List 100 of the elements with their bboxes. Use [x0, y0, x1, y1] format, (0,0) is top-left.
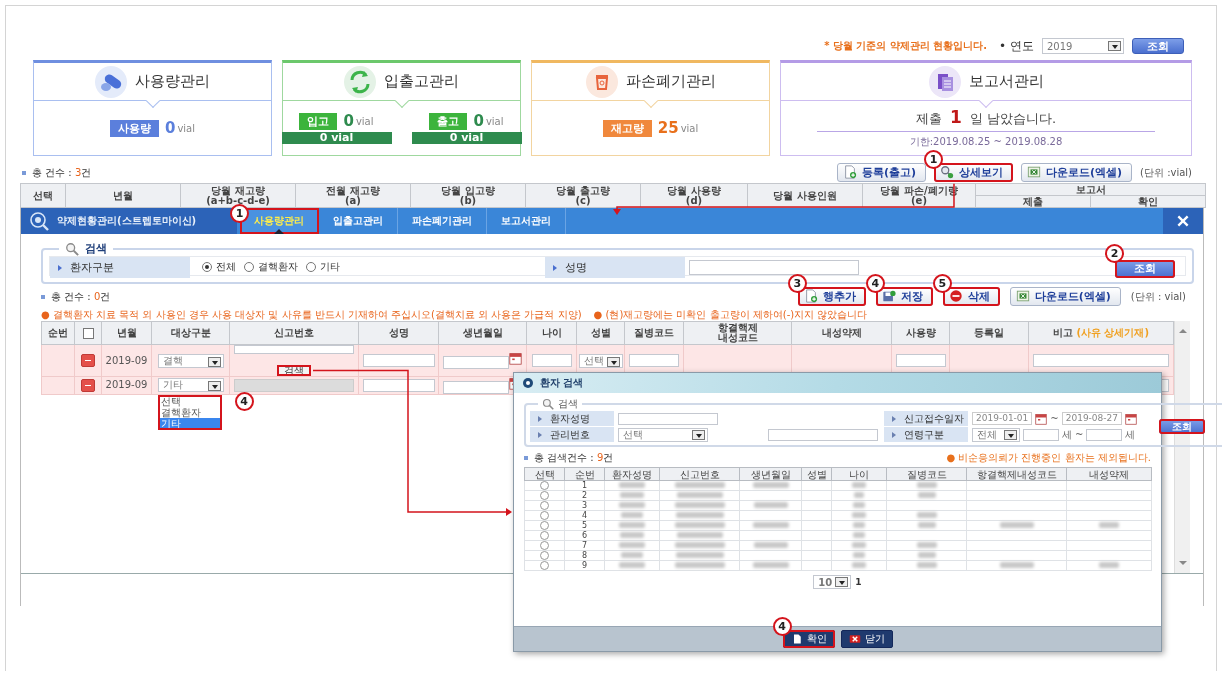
redacted-text [674, 522, 725, 528]
search-button[interactable]: 조회 [1132, 38, 1184, 54]
stat-label: 재고량 [602, 119, 652, 137]
warning-text: ● 결핵환자 치료 목적 외 사용인 경우 사용 대상자 및 사유를 반드시 기재하여 주십시오(결핵치료 외 사용은 가급적 지양) [41, 308, 582, 321]
gender-select[interactable]: 선택 [579, 353, 623, 368]
dropdown-option[interactable]: 선택 [158, 396, 221, 408]
unit-label: vial [485, 115, 504, 127]
input-field[interactable] [443, 380, 509, 394]
input-field[interactable] [1086, 428, 1123, 441]
add-row-button[interactable]: 행추가 [797, 286, 866, 306]
input-field[interactable] [362, 378, 435, 392]
calendar-icon[interactable] [1125, 412, 1137, 425]
redacted-text [753, 502, 788, 508]
column-header: 사용량 [891, 321, 950, 345]
card-title: 보고서관리 [968, 72, 1044, 91]
excel-download-button[interactable]: 다운로드(엑셀) [1009, 286, 1121, 306]
radio-button[interactable] [540, 491, 549, 500]
radio-button[interactable] [306, 262, 316, 273]
field-label: 신고접수일자 [892, 411, 964, 426]
id-type-select[interactable]: 선택 [618, 427, 708, 442]
radio-button[interactable] [540, 521, 549, 530]
column-header: 내성약제 [791, 321, 892, 345]
date-field[interactable]: 2019-08-27 [1061, 412, 1122, 425]
unit-label: vial [680, 122, 699, 134]
radio-button[interactable] [244, 262, 254, 273]
unit-note: (단위 :vial) [1140, 166, 1192, 180]
input-field[interactable] [768, 428, 878, 441]
search-button[interactable]: 조회 [1115, 259, 1175, 278]
radio-button[interactable] [540, 551, 549, 560]
delete-button[interactable]: 삭제 [942, 286, 1000, 306]
column-header: 순번 [41, 321, 75, 345]
redacted-text [916, 482, 937, 488]
warning-text: ● (현)재고량에는 미확인 출고량이 제하여(-)지지 않았습니다 [593, 308, 868, 321]
category-select[interactable]: 기타 [157, 378, 224, 393]
column-header: 생년월일 [438, 321, 527, 345]
total-count: 총 건수 : 0건 [41, 290, 111, 304]
table-cell: 1 [564, 480, 605, 491]
redacted-text [620, 492, 644, 498]
radio-button[interactable] [540, 501, 549, 510]
total-count: 총 건수 : 3건 [22, 166, 92, 180]
dropdown-option[interactable]: 기타 [158, 418, 221, 430]
page-number[interactable]: 1 [855, 577, 862, 587]
input-field[interactable] [1023, 428, 1059, 441]
column-header: 전월 재고량 (a) [295, 183, 411, 208]
remove-row-button[interactable] [81, 378, 95, 392]
magnifier-icon [29, 211, 49, 231]
popup-title: 환자 검색 [540, 376, 584, 390]
layer-title: 약제현황관리(스트렙토마이신) [57, 214, 197, 228]
name-field[interactable] [689, 259, 859, 275]
input-field[interactable] [629, 354, 679, 367]
report-number-field[interactable] [234, 345, 354, 354]
close-button[interactable] [1163, 208, 1203, 234]
table-cell: 4 [564, 510, 605, 521]
year-select[interactable]: 2019 [1042, 38, 1124, 54]
redacted-text [916, 562, 937, 568]
redacted-text [752, 482, 789, 488]
detail-view-button[interactable]: 상세보기 [934, 162, 1013, 182]
radio-button[interactable] [202, 262, 212, 273]
refresh-icon [344, 65, 376, 98]
redacted-text [619, 502, 645, 508]
redacted-text [752, 522, 789, 528]
notice-text: * 당월 기준의 약제관리 현황입니다. [824, 39, 988, 53]
date-field[interactable]: 2019-01-01 [972, 412, 1033, 425]
dropdown-option[interactable]: 결핵환자 [158, 407, 221, 419]
radio-button[interactable] [540, 561, 549, 570]
radio-button[interactable] [540, 531, 549, 540]
category-select[interactable]: 결핵 [157, 353, 224, 368]
close-button[interactable]: 닫기 [840, 629, 893, 648]
input-field[interactable] [443, 355, 509, 369]
age-select[interactable]: 전체 [972, 427, 1020, 442]
input-field[interactable] [531, 354, 572, 367]
card-title: 파손폐기관리 [625, 72, 716, 91]
calendar-icon[interactable] [509, 352, 522, 366]
notice-text: ● 비순응의뢰가 진행중인 환자는 제외됩니다. [946, 451, 1151, 465]
field-label: 성명 [553, 259, 587, 275]
calendar-icon[interactable] [1035, 412, 1048, 425]
confirm-button[interactable]: 확인 [782, 629, 835, 648]
column-header: 당월 사용량 (d) [640, 183, 748, 208]
redacted-text [852, 542, 866, 548]
range-separator: ~ [1075, 429, 1084, 440]
input-field[interactable] [1033, 354, 1169, 367]
stat-label: 입고 [299, 112, 338, 130]
radio-button[interactable] [540, 541, 549, 550]
name-field[interactable] [618, 412, 718, 425]
redacted-text [852, 562, 866, 568]
radio-button[interactable] [540, 511, 549, 520]
page-size-select[interactable]: 10 [813, 575, 852, 589]
register-button[interactable]: 등록(출고) [836, 162, 926, 182]
save-button[interactable]: 저장 [875, 286, 933, 306]
unit-label: vial [177, 122, 195, 134]
excel-download-button[interactable]: 다운로드(엑셀) [1021, 162, 1133, 182]
remove-row-button[interactable] [81, 354, 95, 367]
input-field[interactable] [362, 354, 435, 367]
checkbox[interactable] [82, 327, 94, 339]
column-header: 순번 [564, 467, 605, 481]
redacted-text [1099, 522, 1119, 528]
radio-button[interactable] [540, 481, 549, 490]
search-button[interactable]: 조회 [1159, 419, 1205, 434]
column-header: 신고번호 [659, 467, 740, 481]
input-field[interactable] [895, 354, 946, 367]
